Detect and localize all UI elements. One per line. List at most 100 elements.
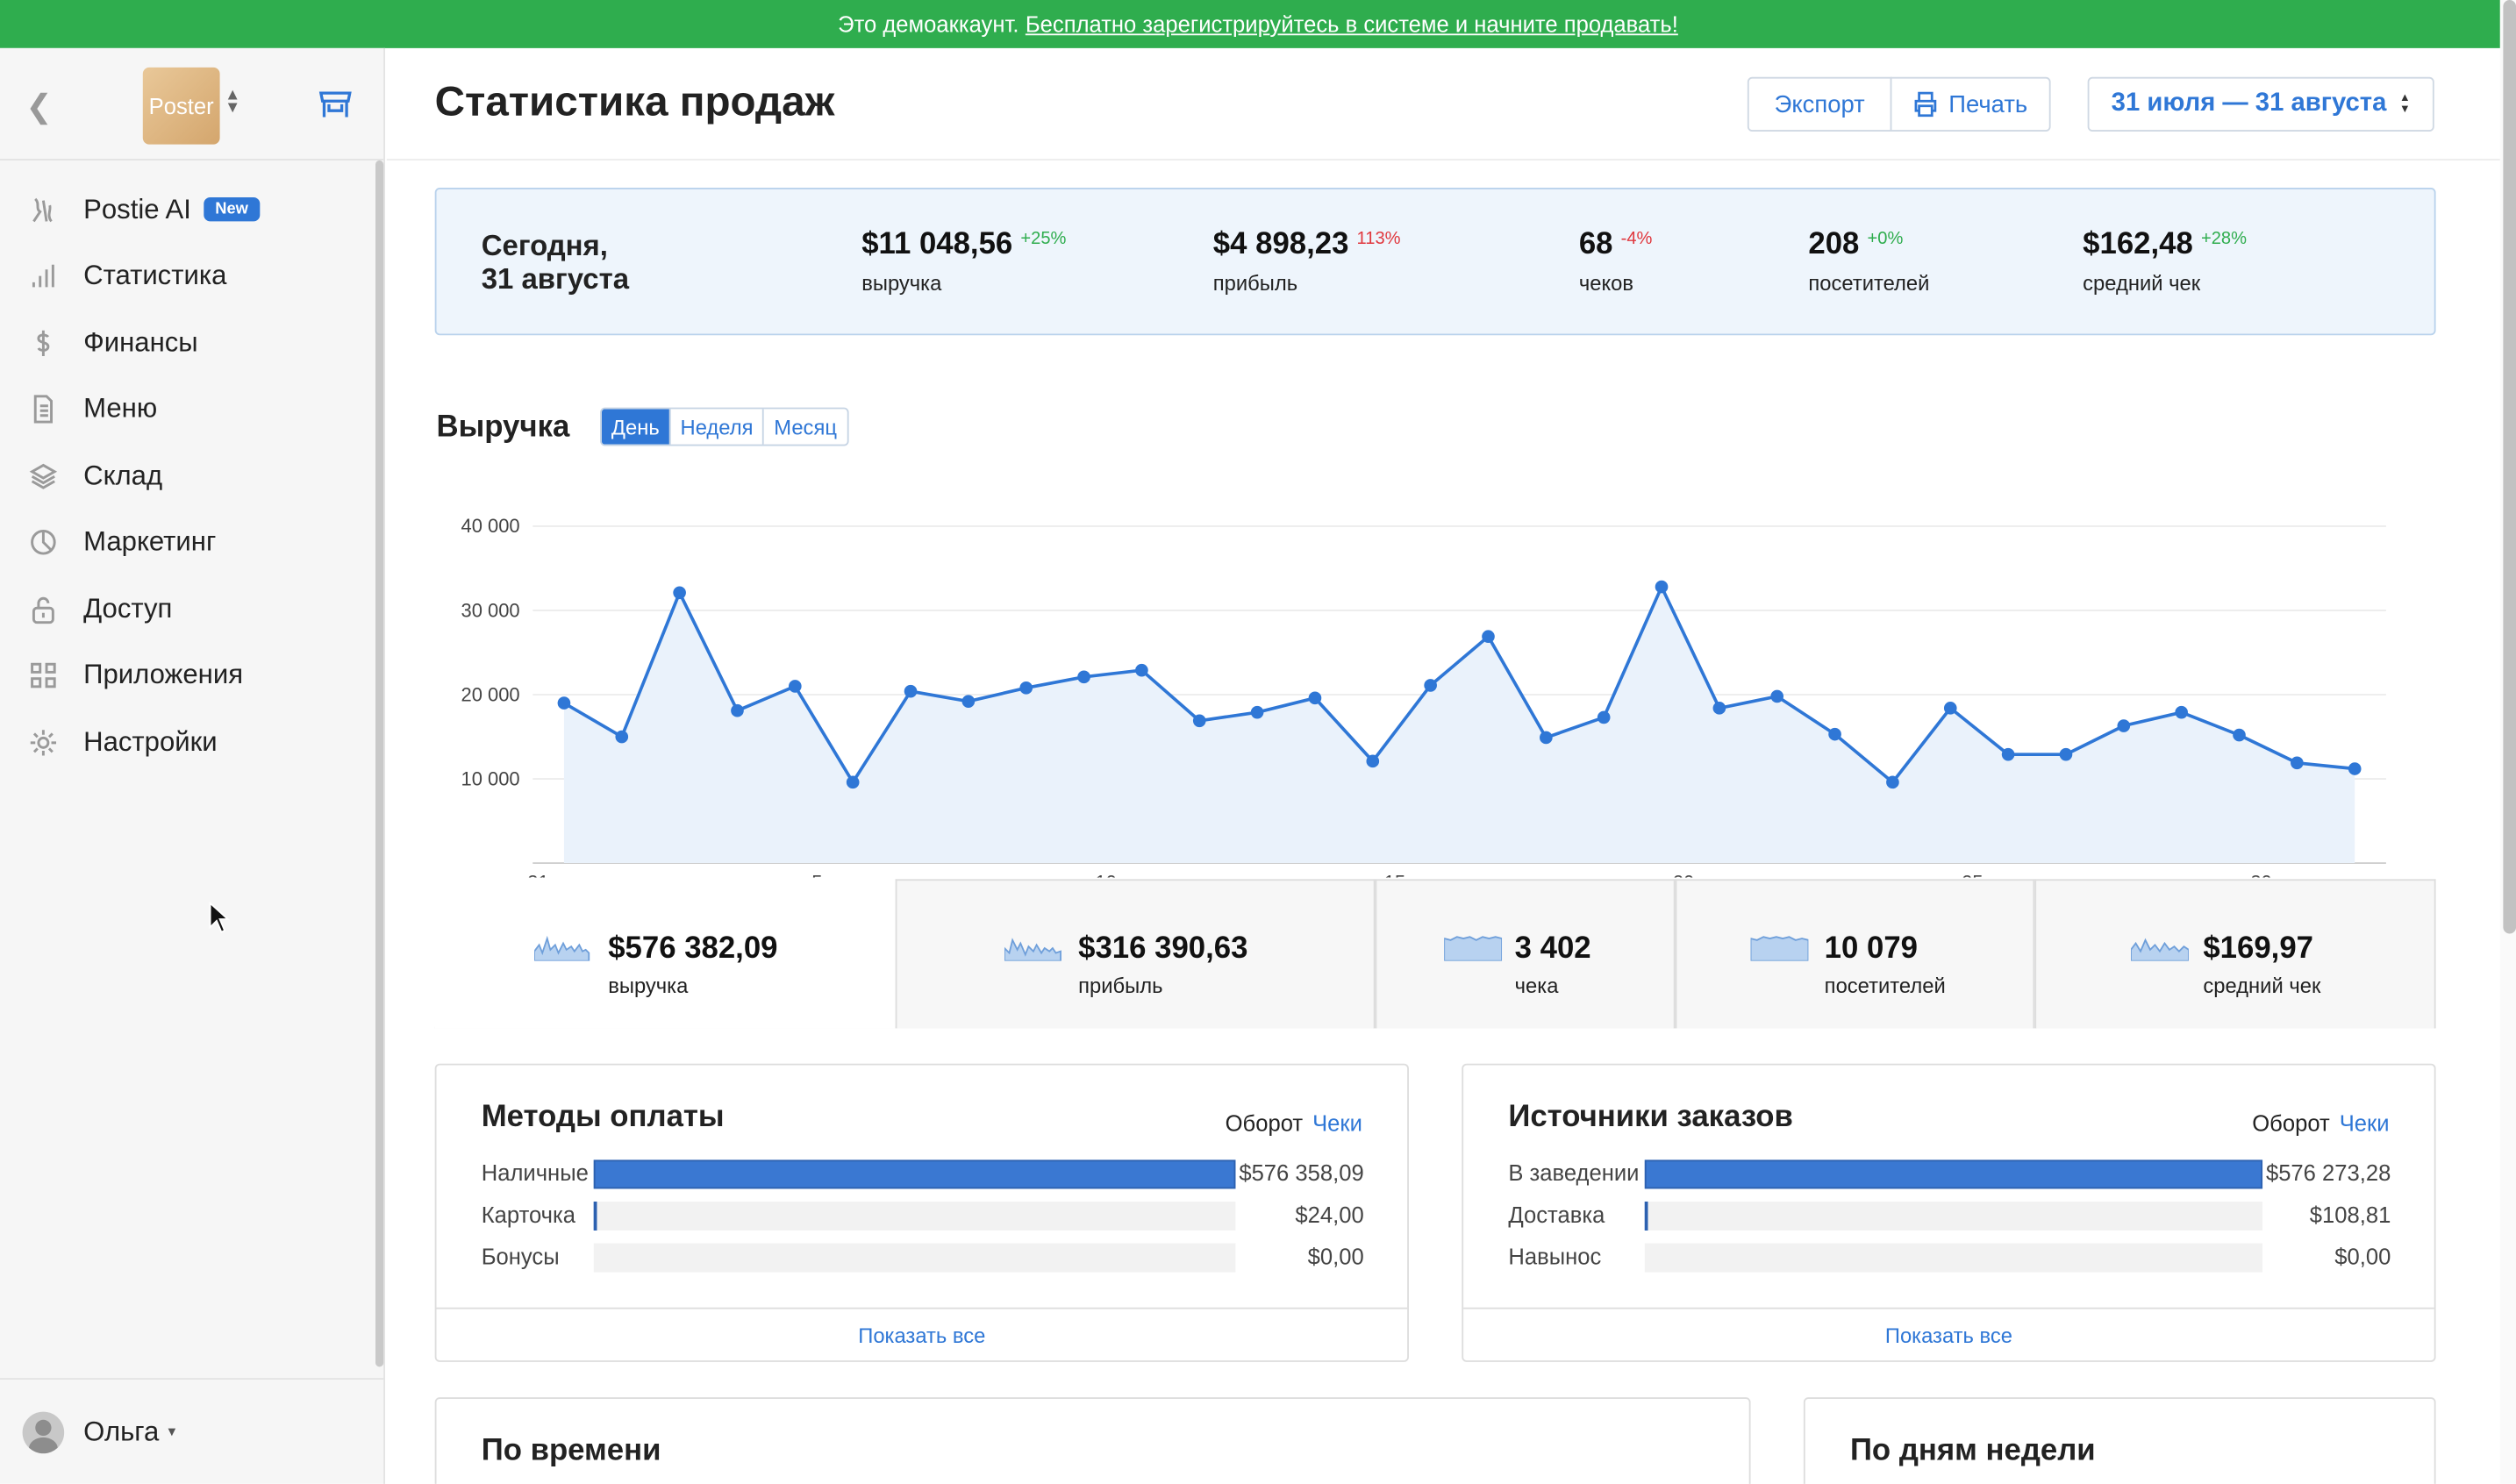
sidebar-scrollbar[interactable] [375,160,384,1367]
sidebar-item-access[interactable]: Доступ [0,576,375,643]
sidebar-item-marketing[interactable]: Маркетинг [0,510,375,576]
tab-week[interactable]: Неделя [671,409,765,445]
today-title-line: Сегодня, [481,229,608,262]
tab-day[interactable]: День [601,409,671,445]
gear-icon [30,729,57,756]
storefront-icon[interactable] [318,87,353,122]
row-label: Навынос [1508,1243,1602,1269]
chevron-left-icon[interactable]: ❮ [25,87,53,127]
data-point [2233,728,2246,742]
sidebar: ❮ Poster ▲ ▼ Postie AI New Статистика Фин… [0,47,385,1484]
x-tick-label: 20 августа [1673,871,1767,877]
list-item: Бонусы $0,00 [482,1243,1364,1273]
kpi-change: -4% [1620,229,1653,249]
y-tick-label: 40 000 [461,515,520,537]
mouse-cursor-icon [209,901,231,933]
panel-title: По времени [481,1434,661,1468]
sidebar-item-warehouse[interactable]: Склад [0,443,375,510]
sparkline-icon [1444,936,1503,961]
data-point [1192,714,1206,728]
data-point [1886,775,1899,789]
summary-label: чека [1514,974,1559,998]
kpi-label: прибыль [1212,271,1298,296]
sidebar-item-postie-ai[interactable]: Postie AI New [0,176,375,243]
data-point [1366,754,1380,768]
page-scrollbar-thumb[interactable] [2503,0,2516,934]
data-point [961,695,976,708]
banner-text: Это демоаккаунт. [838,11,1019,38]
sidebar-item-apps[interactable]: Приложения [0,643,375,710]
sidebar-item-label: Меню [83,393,158,425]
panel-title: Методы оплаты [481,1100,725,1135]
kpi-label: чеков [1578,271,1633,296]
caret-down-icon: ▼ [165,1424,179,1439]
summary-tile-average-check[interactable]: $169,97 средний чек [2034,879,2436,1029]
tab-month[interactable]: Месяц [764,409,847,444]
print-label: Печать [1948,90,2028,118]
export-button[interactable]: Экспорт [1747,76,1892,132]
toggle-turnover[interactable]: Оборот [2252,1110,2329,1136]
bar-track [1644,1201,2263,1231]
kpi-label: средний чек [2083,271,2201,296]
date-range-picker[interactable]: 31 июля — 31 августа ▲ ▼ [2087,76,2434,132]
data-point [1943,702,1957,715]
summary-tile-revenue[interactable]: $576 382,09 выручка [434,879,896,1029]
register-link[interactable]: Бесплатно зарегистрируйтесь в системе и … [1026,11,1678,37]
today-title: Сегодня, 31 августа [482,230,706,297]
sidebar-item-statistics[interactable]: Статистика [0,243,375,310]
business-logo[interactable]: Poster [142,67,220,145]
show-all-link[interactable]: Показать все [1463,1307,2434,1360]
lock-icon [32,596,54,624]
show-all-link[interactable]: Показать все [436,1307,1408,1360]
kpi-value: $162,48 [2083,227,2193,262]
summary-label: средний чек [2203,974,2321,998]
kpi-checks: 68 -4% чеков [1579,228,1653,296]
data-point [1135,663,1148,677]
print-button[interactable]: Печать [1890,76,2051,132]
sidebar-header: ❮ Poster ▲ ▼ [0,48,384,161]
panel-title: Источники заказов [1508,1100,1793,1135]
sidebar-menu: Postie AI New Статистика Финансы Меню Ск… [0,176,375,775]
kpi-profit: $4 898,23 113% прибыль [1213,228,1401,296]
user-menu[interactable]: Ольга ▼ [0,1378,384,1484]
data-point [1540,731,1553,745]
today-title-date: 31 августа [481,262,630,296]
data-point [1712,702,1726,715]
data-point [789,680,802,693]
kpi-value: $11 048,56 [861,227,1013,262]
data-point [1308,691,1322,705]
data-point [1424,679,1437,692]
summary-tiles: $576 382,09 выручка $316 390,63 прибыль … [434,879,2436,1029]
row-value: $0,00 [2334,1243,2391,1269]
sidebar-item-settings[interactable]: Настройки [0,709,375,775]
summary-tile-profit[interactable]: $316 390,63 прибыль [895,879,1376,1029]
sparkline-icon [1750,936,1809,961]
row-label: Наличные [481,1159,589,1186]
panel-toggle: Оборот Чеки [2252,1110,2389,1136]
toggle-checks[interactable]: Чеки [2340,1110,2390,1136]
data-point [2348,762,2362,775]
summary-tile-checks[interactable]: 3 402 чека [1375,879,1676,1029]
row-label: Доставка [1508,1201,1605,1228]
bar-track [593,1201,1236,1231]
order-sources-panel: Источники заказов Оборот Чеки В заведении… [1462,1063,2436,1362]
summary-value: 3 402 [1514,931,1591,967]
toggle-turnover[interactable]: Оборот [1226,1110,1303,1136]
sidebar-item-finance[interactable]: Финансы [0,310,375,376]
sidebar-item-menu[interactable]: Меню [0,376,375,443]
summary-label: выручка [608,974,689,998]
bar-fill [593,1201,597,1231]
panel-toggle: Оборот Чеки [1226,1110,1362,1136]
sort-arrows-icon[interactable]: ▲ ▼ [225,88,240,117]
summary-tile-visitors[interactable]: 10 079 посетителей [1675,879,2035,1029]
data-point [731,703,744,717]
toggle-checks[interactable]: Чеки [1312,1110,1362,1136]
row-label: В заведении [1508,1159,1640,1186]
x-tick-label: 30 августа [2250,871,2344,877]
list-item: Наличные $576 358,09 [481,1159,1364,1189]
row-value: $24,00 [1295,1201,1364,1228]
kpi-value: $4 898,23 [1212,227,1349,262]
kpi-change: +25% [1020,229,1067,249]
main-content: Статистика продаж Экспорт Печать 31 июля… [386,48,2500,1484]
kpi-visitors: 208 +0% посетителей [1808,228,1929,296]
